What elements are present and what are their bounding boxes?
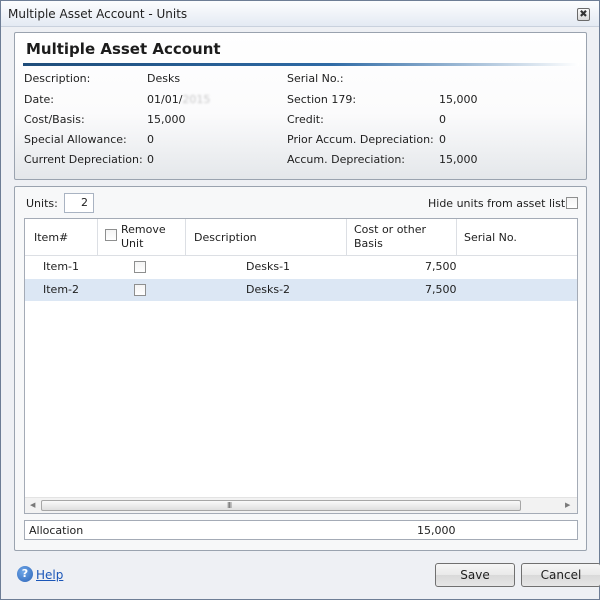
grid-header: Item# Remove Unit Description Cost or ot… [25, 219, 577, 256]
row-item: Item-2 [43, 283, 80, 296]
column-divider[interactable] [456, 219, 457, 256]
column-header-remove-line2[interactable]: Unit [121, 237, 143, 251]
column-header-cost-line1[interactable]: Cost or other [354, 223, 426, 237]
section-179-value: 15,000 [439, 93, 478, 106]
table-row[interactable]: Item-1 Desks-1 7,500 [25, 256, 577, 278]
hide-units-label: Hide units from asset list [428, 197, 566, 210]
remove-unit-checkbox[interactable] [134, 284, 146, 296]
column-divider[interactable] [185, 219, 186, 256]
row-description[interactable]: Desks-2 [246, 283, 290, 296]
section-179-label: Section 179: [287, 93, 357, 106]
title-bar[interactable]: Multiple Asset Account - Units ✖ [1, 1, 599, 27]
column-divider[interactable] [346, 219, 347, 256]
row-item: Item-1 [43, 260, 80, 273]
accum-depreciation-value: 15,000 [439, 153, 478, 166]
scroll-thumb[interactable]: III [41, 500, 521, 511]
column-header-description[interactable]: Description [194, 231, 257, 245]
special-allowance-value: 0 [147, 133, 154, 146]
prior-accum-depreciation-value: 0 [439, 133, 446, 146]
remove-unit-checkbox[interactable] [134, 261, 146, 273]
cancel-button[interactable]: Cancel [521, 563, 600, 587]
allocation-value: 15,000 [417, 524, 456, 537]
asset-summary-panel: Multiple Asset Account Description: Desk… [14, 32, 587, 180]
scroll-right-icon[interactable]: ▶ [565, 501, 570, 509]
help-icon[interactable]: ? [17, 566, 33, 582]
units-panel: Units: 2 Hide units from asset list Item… [14, 186, 587, 551]
allocation-row: Allocation 15,000 [24, 520, 578, 540]
row-cost[interactable]: 7,500 [425, 283, 457, 296]
column-header-cost-line2[interactable]: Basis [354, 237, 383, 251]
horizontal-scrollbar[interactable]: ◀ III ▶ [25, 497, 577, 513]
current-depreciation-label: Current Depreciation: [24, 153, 143, 166]
date-label: Date: [24, 93, 54, 106]
date-value-redacted: 2015 [182, 93, 211, 106]
date-value: 01/01/2015 [147, 93, 210, 106]
title-underline [23, 63, 579, 66]
prior-accum-depreciation-label: Prior Accum. Depreciation: [287, 133, 434, 146]
credit-value: 0 [439, 113, 446, 126]
panel-title: Multiple Asset Account [26, 40, 221, 58]
units-input[interactable]: 2 [64, 193, 94, 213]
close-icon[interactable]: ✖ [577, 8, 590, 21]
special-allowance-label: Special Allowance: [24, 133, 127, 146]
grip-icon: III [227, 501, 232, 510]
date-value-visible: 01/01/ [147, 93, 183, 106]
scroll-left-icon[interactable]: ◀ [30, 501, 35, 509]
credit-label: Credit: [287, 113, 324, 126]
accum-depreciation-label: Accum. Depreciation: [287, 153, 405, 166]
units-grid: Item# Remove Unit Description Cost or ot… [24, 218, 578, 514]
units-label: Units: [26, 197, 58, 210]
description-label: Description: [24, 72, 91, 85]
row-description[interactable]: Desks-1 [246, 260, 290, 273]
allocation-label: Allocation [29, 524, 84, 537]
row-cost[interactable]: 7,500 [425, 260, 457, 273]
description-value: Desks [147, 72, 181, 85]
help-link[interactable]: Help [36, 568, 63, 582]
column-header-serial[interactable]: Serial No. [464, 231, 517, 245]
dialog-window: Multiple Asset Account - Units ✖ Multipl… [0, 0, 600, 600]
column-divider[interactable] [97, 219, 98, 256]
remove-all-checkbox[interactable] [105, 229, 117, 241]
hide-units-checkbox[interactable] [566, 197, 578, 209]
column-header-remove-line1[interactable]: Remove [121, 223, 166, 237]
column-header-item[interactable]: Item# [34, 231, 68, 245]
current-depreciation-value: 0 [147, 153, 154, 166]
save-button[interactable]: Save [435, 563, 515, 587]
table-row[interactable]: Item-2 Desks-2 7,500 [25, 279, 577, 301]
window-title: Multiple Asset Account - Units [8, 7, 188, 21]
cost-basis-label: Cost/Basis: [24, 113, 85, 126]
serial-no-label: Serial No.: [287, 72, 344, 85]
cost-basis-value: 15,000 [147, 113, 186, 126]
